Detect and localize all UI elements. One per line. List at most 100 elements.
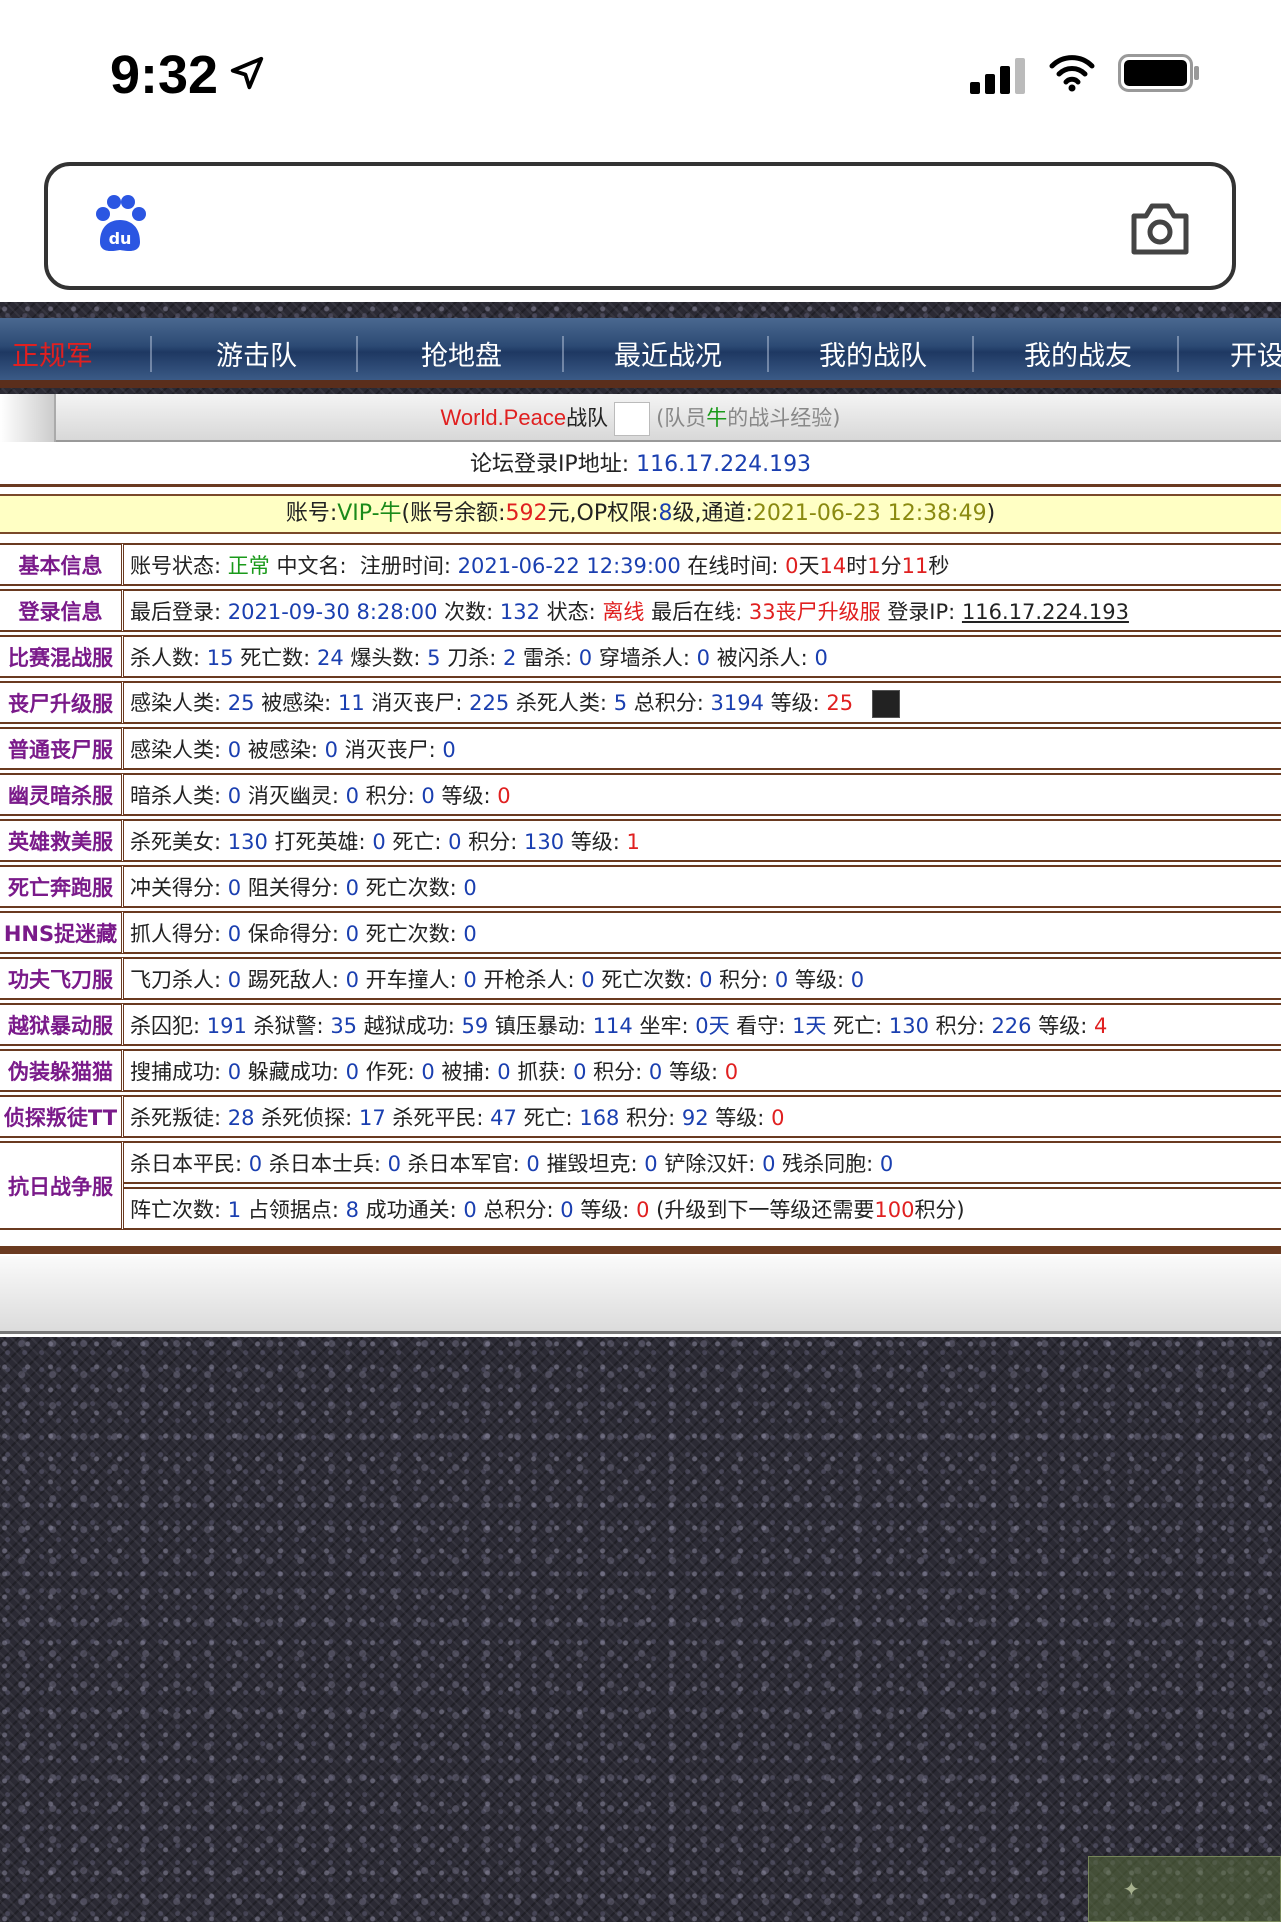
nav-item-territory[interactable]: 抢地盘 xyxy=(421,334,502,373)
nav-item-recent-battles[interactable]: 最近战况 xyxy=(614,334,722,373)
row-label-prop: 伪装躲猫猫 xyxy=(0,1049,124,1092)
stat-value: 0 xyxy=(774,967,789,992)
stat-key: 杀死人类: xyxy=(515,691,607,715)
team-logo-box xyxy=(614,402,651,436)
stat-key: 摧毁坦克: xyxy=(546,1151,638,1176)
table-row: 比赛混战服 杀人数: 15 死亡数: 24 爆头数: 5 刀杀: 2 雷杀: 0… xyxy=(0,635,1281,678)
stat-value: 168 xyxy=(579,1105,620,1130)
stat-key: 积分: xyxy=(593,1059,643,1084)
stat-key: 等级: xyxy=(1038,1013,1088,1038)
stat-value: 正常 xyxy=(227,553,270,578)
login-ip-link[interactable]: 116.17.224.193 xyxy=(962,600,1129,624)
team-member: 牛 xyxy=(706,406,728,430)
stat-key: 杀死平民: xyxy=(392,1105,484,1130)
nav-item-regular-army[interactable]: 正规军 xyxy=(12,334,93,373)
stat-value: 15 xyxy=(206,645,234,670)
stats-table: 基本信息 账号状态: 正常 中文名: 注册时间: 2021-06-22 12:3… xyxy=(0,540,1281,1233)
stat-key: 成功通关: xyxy=(365,1197,457,1222)
stat-key: 被感染: xyxy=(247,737,318,762)
nav-separator xyxy=(972,336,974,372)
stat-key: 等级: xyxy=(441,783,491,808)
row-value-knife: 飞刀杀人: 0 踢死敌人: 0 开车撞人: 0 开枪杀人: 0 死亡次数: 0 … xyxy=(124,957,1281,1000)
divider xyxy=(0,484,1281,487)
stat-key: 注册时间: xyxy=(359,553,451,578)
stat-value: 0 xyxy=(497,1059,511,1084)
stat-key: 积分: xyxy=(935,1013,985,1038)
stat-value: 1天 xyxy=(792,1013,827,1038)
stat-key: 积分: xyxy=(468,829,518,854)
stat-key: 积分: xyxy=(365,783,415,808)
row-label-jail: 越狱暴动服 xyxy=(0,1003,124,1046)
row-label-knife: 功夫飞刀服 xyxy=(0,957,124,1000)
stat-value: 5 xyxy=(427,645,441,670)
stat-key: 等级: xyxy=(570,829,620,854)
stat-key: 最后登录: xyxy=(130,599,222,624)
stat-unit: 天 xyxy=(798,553,820,578)
stat-key: 刀杀: xyxy=(447,645,497,670)
table-row: 伪装躲猫猫 搜捕成功: 0 躲藏成功: 0 作死: 0 被捕: 0 抓获: 0 … xyxy=(0,1049,1281,1092)
stat-value: 8 xyxy=(345,1197,359,1222)
table-row: 基本信息 账号状态: 正常 中文名: 注册时间: 2021-06-22 12:3… xyxy=(0,543,1281,586)
stat-key: 占领据点: xyxy=(247,1197,339,1222)
account-label: 账号: xyxy=(285,501,338,526)
cellular-signal-icon xyxy=(970,58,1025,94)
stat-key: 状态: xyxy=(546,599,596,624)
nav-item-guerrilla[interactable]: 游击队 xyxy=(216,334,297,373)
stat-key: 等级: xyxy=(580,1197,630,1222)
stat-key: 死亡次数: xyxy=(365,875,457,900)
nav-item-my-friends[interactable]: 我的战友 xyxy=(1024,334,1132,373)
row-value-zombie-up: 感染人类: 25 被感染: 11 消灭丧尸: 225 杀死人类: 5 总积分: … xyxy=(124,681,1281,724)
search-bar[interactable]: du xyxy=(44,162,1236,290)
account-close: ) xyxy=(986,501,996,526)
table-row: 幽灵暗杀服 暗杀人类: 0 消灭幽灵: 0 积分: 0 等级: 0 xyxy=(0,773,1281,816)
stat-key: 最后在线: xyxy=(651,599,743,624)
stat-value: 114 xyxy=(592,1013,633,1038)
status-time: 9:32 xyxy=(110,45,219,105)
stat-key: 杀人数: xyxy=(130,645,201,670)
row-label-mixed: 比赛混战服 xyxy=(0,635,124,678)
row-label-login: 登录信息 xyxy=(0,589,124,632)
stat-key: 镇压暴动: xyxy=(494,1013,586,1038)
stat-key: 次数: xyxy=(444,599,494,624)
stat-key: 账号状态: xyxy=(130,553,222,578)
stat-key: 消灭幽灵: xyxy=(247,783,339,808)
stat-key: 死亡次数: xyxy=(601,967,693,992)
stat-key: 积分: xyxy=(626,1105,676,1130)
row-value-mixed: 杀人数: 15 死亡数: 24 爆头数: 5 刀杀: 2 雷杀: 0 穿墙杀人:… xyxy=(124,635,1281,678)
row-label-zombie: 普通丧尸服 xyxy=(0,727,124,770)
next-level-points: 100 xyxy=(874,1197,915,1222)
stat-key: 杀死美女: xyxy=(130,829,222,854)
stat-key: 坐牢: xyxy=(639,1013,689,1038)
camera-icon[interactable] xyxy=(1128,200,1192,256)
stat-key: 看守: xyxy=(736,1013,786,1038)
row-label-war: 抗日战争服 xyxy=(0,1141,124,1230)
row-label-basic: 基本信息 xyxy=(0,543,124,586)
table-row: 普通丧尸服 感染人类: 0 被感染: 0 消灭丧尸: 0 xyxy=(0,727,1281,770)
nav-separator xyxy=(150,336,152,372)
row-label-zombie-up: 丧尸升级服 xyxy=(0,681,124,724)
stat-key: 开枪杀人: xyxy=(483,967,575,992)
stat-value: 132 xyxy=(499,599,540,624)
table-row: 登录信息 最后登录: 2021-09-30 8:28:00 次数: 132 状态… xyxy=(0,589,1281,632)
stat-key: 积分: xyxy=(719,967,769,992)
stat-key: 踢死敌人: xyxy=(247,967,339,992)
stat-value: 92 xyxy=(681,1105,709,1130)
row-label-hns: HNS捉迷藏 xyxy=(0,911,124,954)
stat-value: 0 xyxy=(699,967,713,992)
table-row: 功夫飞刀服 飞刀杀人: 0 踢死敌人: 0 开车撞人: 0 开枪杀人: 0 死亡… xyxy=(0,957,1281,1000)
nav-item-open[interactable]: 开设 xyxy=(1230,334,1281,373)
stat-value: 0 xyxy=(448,829,462,854)
stat-key: 消灭丧尸: xyxy=(344,737,436,762)
team-header-strip: World.Peace战队 (队员牛的战斗经验) xyxy=(0,394,1281,442)
stat-key: 飞刀杀人: xyxy=(130,967,222,992)
op-label: 元,OP权限: xyxy=(547,501,659,526)
nav-item-my-team[interactable]: 我的战队 xyxy=(819,334,927,373)
table-row: 越狱暴动服 杀囚犯: 191 杀狱警: 35 越狱成功: 59 镇压暴动: 11… xyxy=(0,1003,1281,1046)
stat-value: 0 xyxy=(372,829,386,854)
stat-key: 躲藏成功: xyxy=(247,1059,339,1084)
next-level-prefix: (升级到下一等级还需要 xyxy=(656,1197,875,1222)
footer-strip xyxy=(0,1256,1281,1334)
stat-key: 等级: xyxy=(668,1059,719,1084)
stat-value: 0 xyxy=(644,1151,658,1176)
stat-value: 191 xyxy=(206,1013,247,1038)
